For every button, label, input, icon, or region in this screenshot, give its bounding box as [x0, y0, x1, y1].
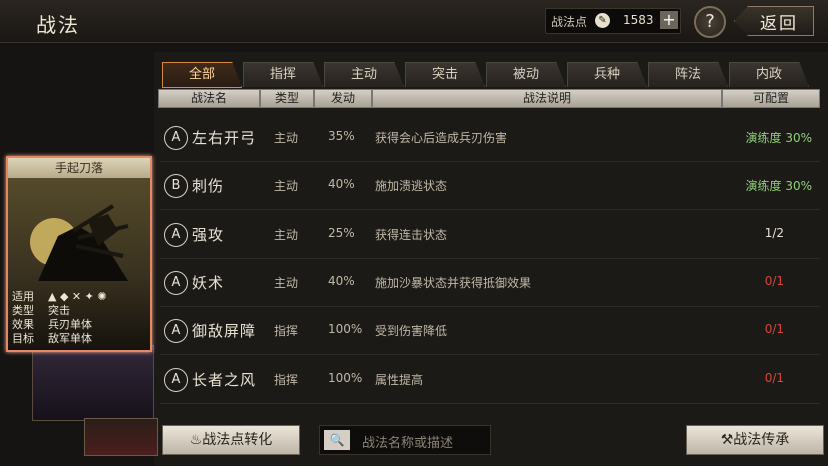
search-placeholder: 战法名称或描述	[362, 436, 454, 451]
table-row[interactable]: A 长者之风 指挥 100% 属性提高 0/1	[160, 357, 820, 404]
tab-active[interactable]: 主动	[324, 62, 404, 87]
tactic-rate: 100%	[328, 322, 363, 336]
card-field-key: 类型	[12, 304, 34, 317]
grade-badge: A	[164, 368, 188, 392]
tab-command[interactable]: 指挥	[243, 62, 323, 87]
tactic-name: 妖术	[192, 274, 225, 292]
tactic-points-value: 1583	[623, 13, 654, 27]
card-artwork	[30, 204, 129, 281]
tactic-name: 强攻	[192, 226, 225, 244]
hammer-icon: ⚒	[720, 432, 734, 448]
tactic-desc: 受到伤害降低	[375, 324, 448, 338]
card-title: 手起刀落	[8, 158, 150, 178]
tactic-config: 0/1	[764, 371, 784, 385]
tactic-desc: 获得连击状态	[375, 228, 448, 242]
tactic-points-label: 战法点	[551, 15, 588, 29]
top-bar: 战法 战法点 ✎ 1583 + ? 返回	[0, 0, 828, 43]
convert-points-label: 战法点转化	[202, 432, 273, 448]
tactic-config: 0/1	[764, 274, 784, 288]
inherit-tactic-button[interactable]: ⚒战法传承	[686, 425, 824, 455]
tactic-rate: 100%	[328, 371, 363, 385]
help-button[interactable]: ?	[694, 6, 726, 38]
grade-badge: B	[164, 174, 188, 198]
card-info: 适用 ▲ ◆ ✕ ✦ ✺ 类型 突击 效果 兵刃单体 目标 敌军单体	[12, 290, 107, 346]
card-field-key: 效果	[12, 318, 34, 331]
table-row[interactable]: A 妖术 主动 40% 施加沙暴状态并获得抵御效果 0/1	[160, 260, 820, 307]
table-row[interactable]: A 御敌屏障 指挥 100% 受到伤害降低 0/1	[160, 308, 820, 355]
tactic-type: 主动	[274, 179, 299, 193]
tactic-rate: 25%	[328, 226, 355, 240]
tactic-desc: 施加溃逃状态	[375, 179, 448, 193]
tactic-config: 演练度 30%	[745, 131, 813, 145]
tactic-points-box: 战法点 ✎ 1583 +	[545, 8, 681, 34]
column-config-header[interactable]: 可配置	[722, 89, 820, 108]
tactic-config: 演练度 30%	[745, 179, 813, 193]
inherit-tactic-label: 战法传承	[733, 432, 790, 448]
tactic-type: 主动	[274, 131, 299, 145]
back-button-label[interactable]: 返回	[760, 9, 798, 34]
tactic-rate: 35%	[328, 129, 355, 143]
tactic-config: 0/1	[764, 322, 784, 336]
grade-badge: A	[164, 126, 188, 150]
feather-icon: ✎	[595, 13, 610, 28]
add-points-button[interactable]: +	[660, 11, 678, 29]
tab-passive[interactable]: 被动	[486, 62, 566, 87]
page-title: 战法	[36, 13, 80, 37]
tab-assault[interactable]: 突击	[405, 62, 485, 87]
card-field-value: 兵刃单体	[48, 318, 92, 331]
grade-badge: A	[164, 223, 188, 247]
tactic-type: 主动	[274, 276, 299, 290]
grade-badge: A	[164, 271, 188, 295]
table-row[interactable]: A 强攻 主动 25% 获得连击状态 1/2	[160, 212, 820, 259]
tactic-rate: 40%	[328, 274, 355, 288]
column-rate-header[interactable]: 发动	[314, 89, 372, 108]
column-name-header[interactable]: 战法名	[158, 89, 260, 108]
tab-formation[interactable]: 阵法	[648, 62, 728, 87]
table-row[interactable]: A 左右开弓 主动 35% 获得会心后造成兵刃伤害 演练度 30%	[160, 115, 820, 162]
tactic-rate: 40%	[328, 177, 355, 191]
convert-points-button[interactable]: ♨战法点转化	[162, 425, 300, 455]
tactic-desc: 获得会心后造成兵刃伤害	[375, 131, 508, 145]
card-field-key: 目标	[12, 332, 34, 345]
tactic-config: 1/2	[764, 226, 784, 240]
tab-internal[interactable]: 内政	[729, 62, 809, 87]
selected-tactic-card[interactable]: 手起刀落 适用 ▲ ◆ ✕ ✦ ✺ 类型 突击 效果 兵刃单体 目标 敌军单体	[6, 156, 152, 352]
search-input[interactable]: 🔍 战法名称或描述	[319, 425, 491, 455]
tactic-type: 主动	[274, 228, 299, 242]
tactic-name: 左右开弓	[192, 129, 257, 147]
column-type-header[interactable]: 类型	[260, 89, 314, 108]
tactic-name: 刺伤	[192, 177, 225, 195]
card-field-key: 适用	[12, 290, 34, 303]
table-row[interactable]: B 刺伤 主动 40% 施加溃逃状态 演练度 30%	[160, 163, 820, 210]
tactic-name: 御敌屏障	[192, 322, 257, 340]
tab-troop[interactable]: 兵种	[567, 62, 647, 87]
tactic-name: 长者之风	[192, 371, 257, 389]
tactic-card-back[interactable]	[84, 418, 158, 456]
tactic-desc: 施加沙暴状态并获得抵御效果	[375, 276, 532, 290]
tab-all[interactable]: 全部	[162, 62, 242, 88]
tactic-card-back[interactable]	[32, 345, 154, 421]
tactic-desc: 属性提高	[375, 373, 424, 387]
card-field-value: 敌军单体	[48, 332, 92, 345]
troop-icons: ▲ ◆ ✕ ✦ ✺	[48, 290, 107, 303]
flame-icon: ♨	[189, 432, 203, 448]
tactic-type: 指挥	[274, 324, 299, 338]
grade-badge: A	[164, 319, 188, 343]
search-icon[interactable]: 🔍	[324, 430, 350, 450]
tactic-type: 指挥	[274, 373, 299, 387]
column-desc-header[interactable]: 战法说明	[372, 89, 722, 108]
card-field-value: 突击	[48, 304, 70, 317]
